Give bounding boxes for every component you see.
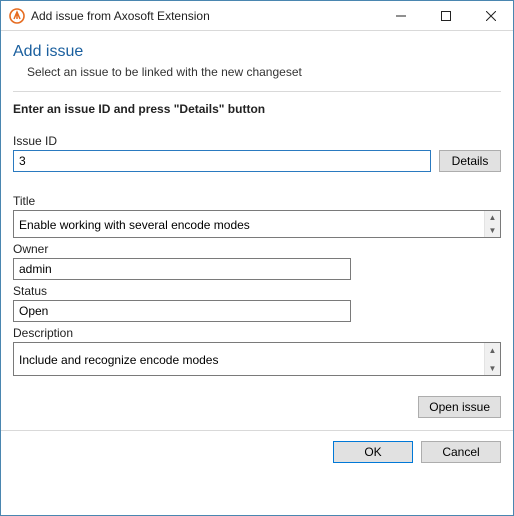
page-subheading: Select an issue to be linked with the ne…: [27, 65, 501, 79]
minimize-button[interactable]: [378, 1, 423, 30]
open-issue-button[interactable]: Open issue: [418, 396, 501, 418]
description-label: Description: [13, 326, 501, 340]
owner-label: Owner: [13, 242, 501, 256]
dialog-footer: OK Cancel: [1, 430, 513, 473]
scroll-up-icon[interactable]: ▲: [485, 211, 500, 224]
owner-field[interactable]: [13, 258, 351, 280]
app-icon: [9, 8, 25, 24]
cancel-button[interactable]: Cancel: [421, 441, 501, 463]
title-label: Title: [13, 194, 501, 208]
page-heading: Add issue: [13, 43, 501, 61]
description-field[interactable]: [13, 342, 501, 376]
status-label: Status: [13, 284, 501, 298]
content-area: Add issue Select an issue to be linked w…: [1, 31, 513, 473]
close-button[interactable]: [468, 1, 513, 30]
description-scrollbar[interactable]: ▲ ▼: [484, 343, 500, 375]
scroll-up-icon[interactable]: ▲: [485, 343, 500, 357]
instruction-text: Enter an issue ID and press "Details" bu…: [13, 102, 501, 116]
issue-id-input[interactable]: [13, 150, 431, 172]
ok-button[interactable]: OK: [333, 441, 413, 463]
titlebar: Add issue from Axosoft Extension: [1, 1, 513, 31]
title-scrollbar[interactable]: ▲ ▼: [484, 211, 500, 237]
window-title: Add issue from Axosoft Extension: [31, 9, 378, 23]
maximize-button[interactable]: [423, 1, 468, 30]
divider: [13, 91, 501, 92]
scroll-down-icon[interactable]: ▼: [485, 361, 500, 375]
window-controls: [378, 1, 513, 30]
details-button[interactable]: Details: [439, 150, 501, 172]
scroll-down-icon[interactable]: ▼: [485, 224, 500, 237]
title-field[interactable]: [13, 210, 501, 238]
issue-id-label: Issue ID: [13, 134, 501, 148]
status-field[interactable]: [13, 300, 351, 322]
